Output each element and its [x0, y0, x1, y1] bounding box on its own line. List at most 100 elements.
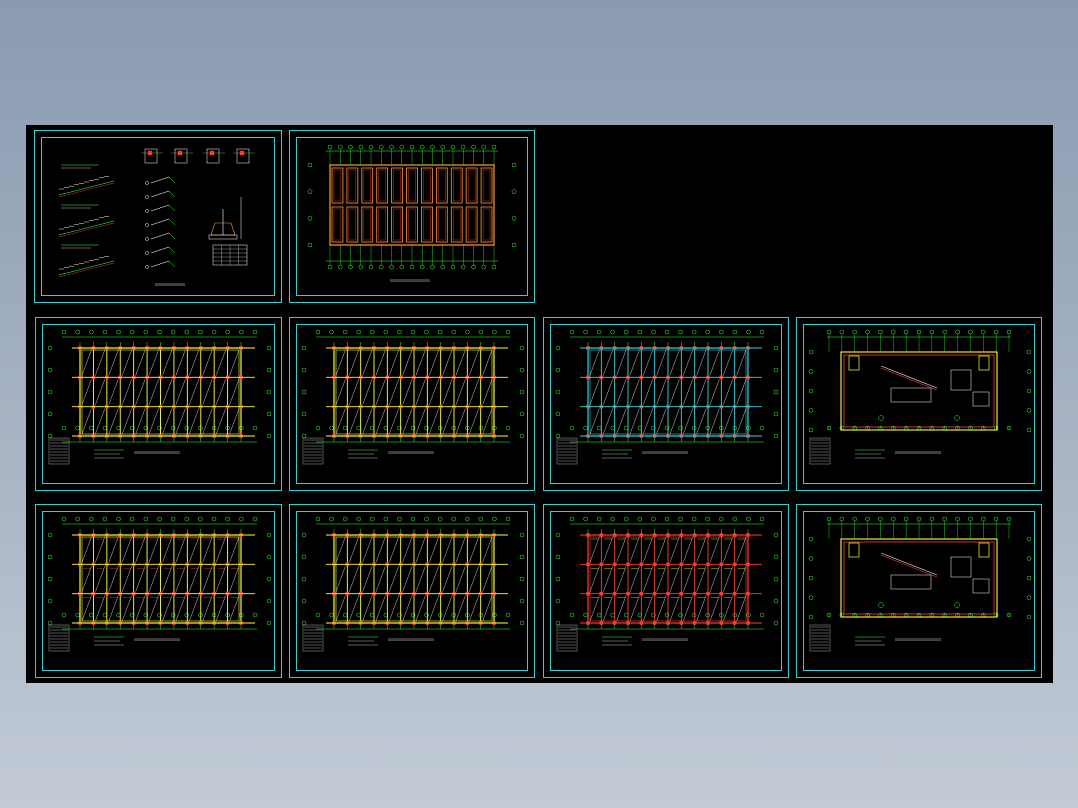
slab-diagonal	[603, 349, 613, 376]
slab-diagonal	[349, 536, 359, 563]
footing-inner	[333, 208, 342, 241]
axis-bubble	[409, 144, 415, 150]
axis-bubble	[903, 516, 909, 522]
slab-diagonal	[603, 536, 613, 563]
axis-bubble	[129, 516, 135, 522]
slab-diagonal	[108, 566, 119, 592]
axis-bubble	[356, 516, 361, 522]
slab-diagonal	[202, 349, 213, 376]
footing-cell	[480, 206, 493, 243]
slab-diagonal	[95, 379, 106, 405]
axis-bubble	[1026, 369, 1032, 374]
axis-bubble	[75, 612, 80, 618]
slab-diagonal	[442, 566, 453, 592]
cad-model-space[interactable]	[26, 125, 1053, 683]
stair-zigzag	[150, 246, 170, 254]
axis-bubble	[424, 425, 429, 431]
rebar-dot	[177, 150, 183, 156]
slab-diagonal	[135, 595, 146, 622]
drawing-sheet-stair-details[interactable]	[34, 130, 282, 303]
axis-bubble	[143, 329, 149, 335]
axis-bubble	[184, 329, 190, 335]
axis-bubble	[505, 516, 511, 522]
axis-bubble	[511, 216, 517, 221]
footing-inner	[393, 208, 401, 241]
axis-bubble	[252, 516, 258, 522]
axis-bubble	[301, 576, 307, 582]
drawing-sheet-floor-1[interactable]	[35, 317, 282, 491]
section-mark	[954, 602, 960, 608]
axis-bubble	[759, 425, 765, 431]
axis-bubble	[705, 329, 710, 335]
slab-diagonal	[656, 595, 667, 622]
axis-bubble	[389, 264, 394, 270]
footing-inner	[378, 169, 386, 202]
axis-bubble	[47, 576, 53, 582]
axis-bubble	[569, 612, 575, 618]
slab-diagonal	[669, 595, 680, 622]
axis-bubble	[356, 329, 361, 335]
axis-bubble	[519, 532, 525, 538]
axis-bubble	[808, 536, 814, 542]
axis-bubble	[808, 595, 814, 600]
axis-bubble	[170, 516, 176, 522]
slab-diagonal	[402, 536, 413, 563]
slab-diagonal	[215, 595, 226, 622]
axis-bubble	[637, 329, 643, 335]
axis-bubble	[773, 598, 779, 604]
footing-cell	[391, 167, 403, 204]
axis-bubble	[170, 425, 176, 431]
axis-bubble	[903, 329, 909, 335]
slab-diagonal	[482, 595, 493, 622]
slab-diagonal	[229, 536, 240, 563]
drawing-sheet-roof-2[interactable]	[796, 504, 1042, 678]
slab-diagonal	[589, 379, 600, 405]
drawing-sheet-floor-4[interactable]	[35, 504, 282, 678]
slab-diagonal	[683, 379, 693, 405]
axis-bubble	[519, 411, 525, 417]
footing-cell	[331, 167, 344, 204]
axis-bubble	[583, 329, 588, 335]
drawing-sheet-floor-6[interactable]	[543, 504, 789, 678]
slab-diagonal	[349, 566, 359, 592]
axis-bubble	[942, 329, 947, 335]
stair-rebar	[58, 262, 115, 278]
axis-bubble	[266, 367, 272, 373]
axis-bubble	[481, 264, 486, 270]
axis-bubble	[47, 345, 53, 351]
drawing-sheet-floor-3[interactable]	[543, 317, 789, 491]
axis-bubble	[252, 612, 258, 618]
axis-bubble	[624, 516, 629, 522]
axis-bubble	[301, 598, 307, 604]
slab-diagonal	[683, 595, 693, 622]
roof-corner-detail	[978, 355, 990, 371]
axis-bubble	[555, 598, 561, 604]
axis-bubble	[315, 612, 321, 618]
slab-diagonal	[696, 408, 707, 435]
axis-bubble	[610, 329, 615, 335]
stair-zigzag	[150, 260, 170, 268]
axis-bubble	[266, 576, 272, 582]
axis-bubble	[491, 264, 497, 270]
slab-diagonal	[482, 566, 493, 592]
axis-bubble	[519, 367, 525, 373]
slab-diagonal	[723, 379, 733, 405]
axis-bubble	[450, 264, 456, 270]
roof-drain	[972, 391, 990, 407]
slab-diagonal	[335, 349, 346, 376]
slab-diagonal	[455, 595, 466, 622]
axis-bubble	[252, 329, 258, 335]
axis-bubble	[519, 389, 525, 395]
axis-bubble	[852, 329, 857, 335]
axis-bubble	[891, 329, 896, 335]
drawing-sheet-roof-1[interactable]	[796, 317, 1042, 491]
slab-diagonal	[736, 379, 747, 405]
stair-zigzag	[168, 246, 176, 254]
slab-diagonal	[189, 595, 199, 622]
axis-bubble	[89, 425, 94, 431]
drawing-sheet-floor-5[interactable]	[289, 504, 535, 678]
slab-diagonal	[389, 408, 399, 435]
drawing-sheet-floor-2[interactable]	[289, 317, 535, 491]
axis-bubble	[327, 264, 333, 270]
drawing-sheet-foundation-plan[interactable]	[289, 130, 535, 303]
